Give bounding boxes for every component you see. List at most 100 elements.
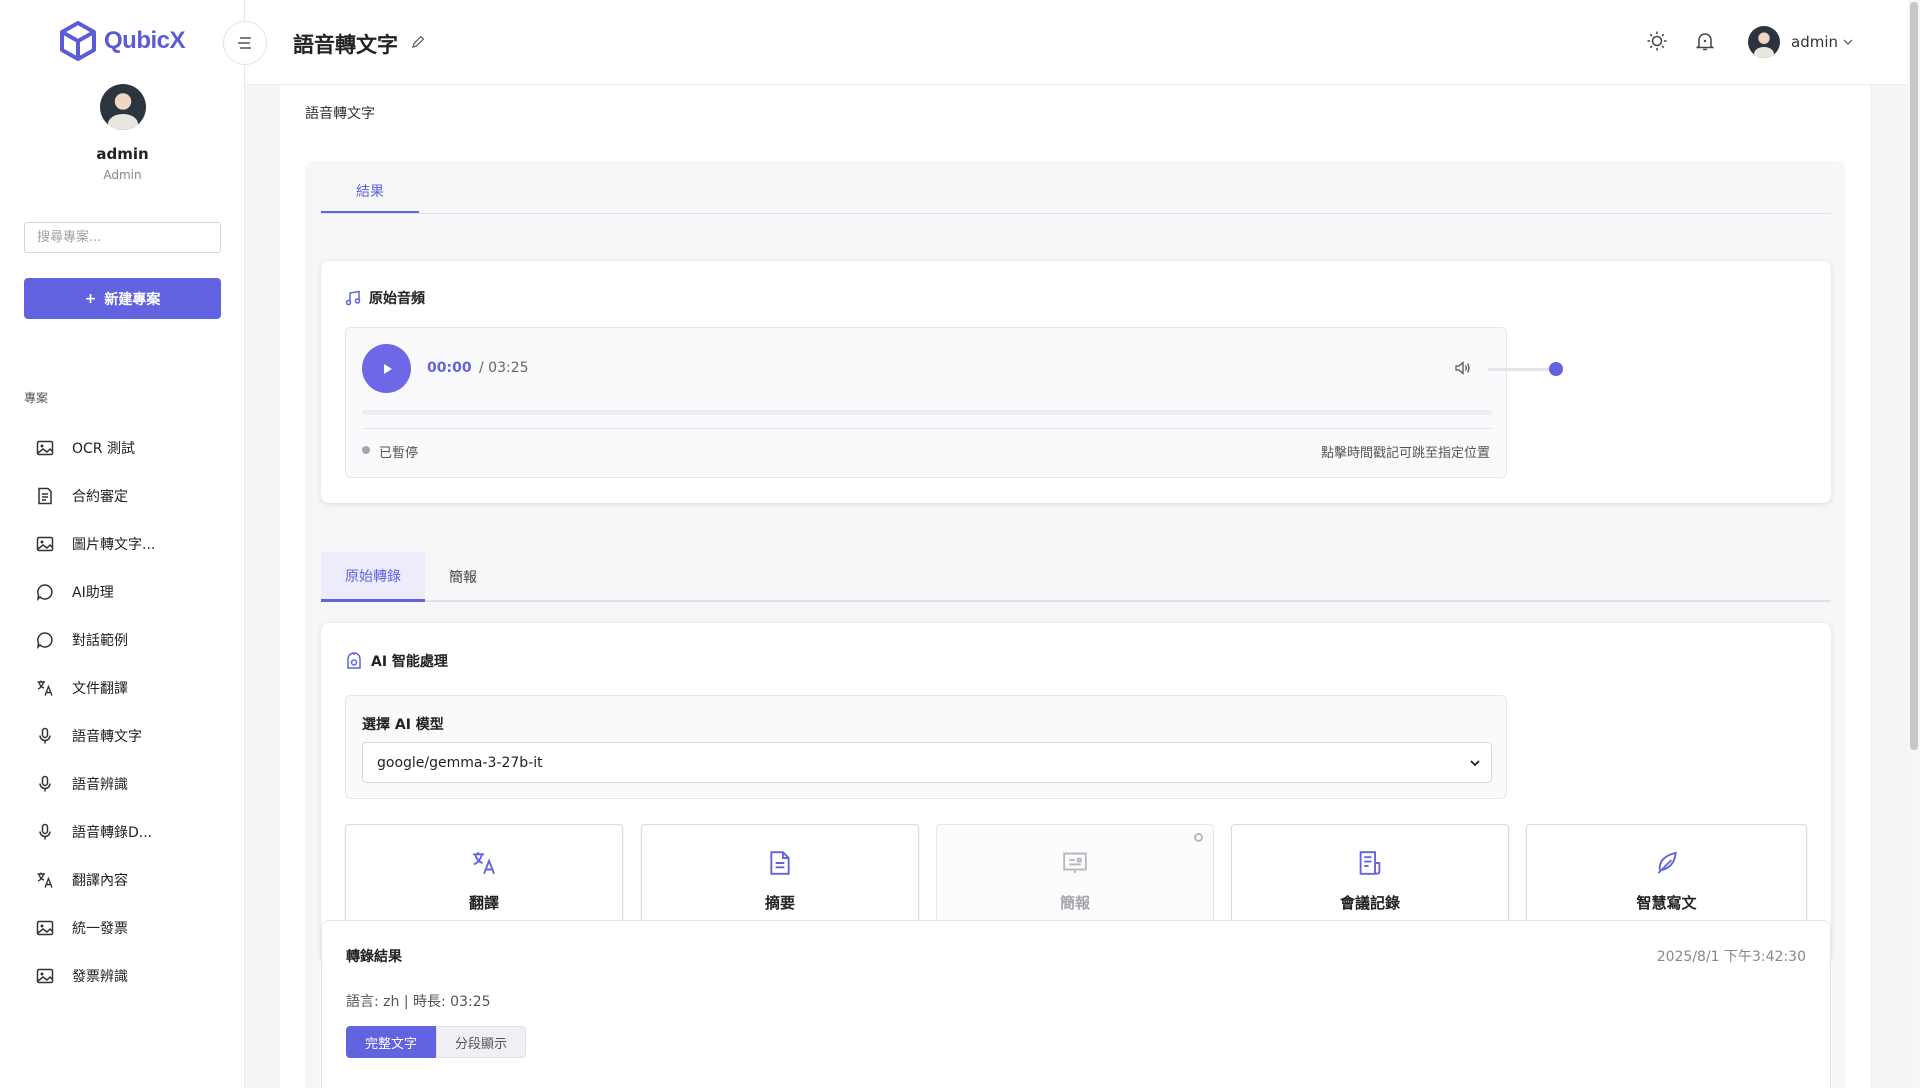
sidebar-item-speech-recognition[interactable]: 語音辨識 bbox=[24, 760, 224, 808]
sidebar-item-invoice-recognition[interactable]: 發票辨識 bbox=[24, 952, 224, 1000]
user-name: admin bbox=[96, 145, 149, 163]
tab-raw-transcript[interactable]: 原始轉錄 bbox=[321, 552, 425, 602]
sidebar-item-dialog-example[interactable]: 對話範例 bbox=[24, 616, 224, 664]
header-avatar[interactable] bbox=[1748, 26, 1780, 58]
ai-title-label: AI 智能處理 bbox=[371, 654, 448, 670]
sidebar-item-ocr-test[interactable]: OCR 測試 bbox=[24, 424, 224, 472]
audio-player: 00:00 / 03:25 已暫停 點擊時間戳記可跳至指定位置 bbox=[345, 327, 1563, 478]
feather-icon bbox=[1657, 851, 1677, 874]
user-role: Admin bbox=[103, 168, 142, 182]
total-time: / 03:25 bbox=[479, 360, 529, 376]
sidebar-item-speech-to-text[interactable]: 語音轉文字 bbox=[24, 712, 224, 760]
bell-icon[interactable] bbox=[1694, 30, 1716, 52]
sidebar: QubicX admin Admin + 新建專案 專案 OCR 測試 合約審定… bbox=[0, 0, 245, 1088]
tool-label: 會議記錄 bbox=[1339, 894, 1400, 912]
full-text-button[interactable]: 完整文字 bbox=[346, 1026, 436, 1058]
timestamp-hint: 點擊時間戳記可跳至指定位置 bbox=[1320, 446, 1490, 461]
sidebar-item-label: 語音轉錄D... bbox=[72, 825, 153, 841]
sidebar-item-label: 對話範例 bbox=[72, 633, 128, 649]
tab-result[interactable]: 結果 bbox=[321, 181, 419, 213]
transcript-tabs: 原始轉錄 簡報 bbox=[321, 552, 1831, 602]
menu-toggle-button[interactable] bbox=[223, 21, 267, 65]
microphone-icon bbox=[39, 823, 51, 840]
sidebar-item-translate-content[interactable]: 翻譯內容 bbox=[24, 856, 224, 904]
new-project-label: 新建專案 bbox=[104, 291, 161, 308]
project-search-input[interactable] bbox=[24, 222, 221, 253]
project-list: OCR 測試 合約審定 圖片轉文字... AI助理 對話範例 文件翻譯 語音轉文… bbox=[24, 424, 224, 1000]
image-icon bbox=[36, 968, 54, 984]
play-button[interactable] bbox=[362, 344, 411, 393]
music-note-icon bbox=[345, 290, 361, 306]
menu-icon bbox=[238, 37, 251, 49]
logo-text: QubicX bbox=[104, 27, 186, 54]
sidebar-item-label: 語音轉文字 bbox=[72, 729, 142, 745]
sidebar-item-label: 合約審定 bbox=[72, 489, 128, 505]
chevron-down-icon bbox=[1470, 760, 1480, 767]
content-panel: 結果 原始音頻 00:00 / 03:25 已暫停 點擊時間戳記可跳至指定位置 … bbox=[305, 161, 1845, 1088]
volume-icon[interactable] bbox=[1454, 360, 1472, 376]
new-project-button[interactable]: + 新建專案 bbox=[24, 278, 221, 319]
presentation-icon bbox=[1063, 852, 1087, 874]
result-meta: 語言: zh | 時長: 03:25 bbox=[346, 994, 491, 1010]
result-title: 轉錄結果 bbox=[346, 949, 402, 965]
volume-slider[interactable] bbox=[1488, 368, 1554, 371]
audio-card: 原始音頻 00:00 / 03:25 已暫停 點擊時間戳記可跳至指定位置 bbox=[321, 261, 1831, 503]
sun-icon[interactable] bbox=[1646, 30, 1668, 52]
volume-slider-handle[interactable] bbox=[1549, 362, 1563, 376]
pencil-icon[interactable] bbox=[410, 34, 426, 50]
segmented-view-button[interactable]: 分段顯示 bbox=[436, 1026, 526, 1058]
current-time: 00:00 bbox=[427, 360, 472, 376]
model-selector-box: 選擇 AI 模型 google/gemma-3-27b-it bbox=[345, 695, 1507, 799]
translate-icon bbox=[37, 680, 53, 696]
microphone-icon bbox=[39, 775, 51, 792]
tool-label: 簡報 bbox=[1059, 894, 1090, 912]
plus-icon: + bbox=[84, 290, 97, 307]
notes-icon bbox=[1359, 851, 1381, 875]
chat-icon bbox=[36, 584, 53, 601]
image-icon bbox=[36, 536, 54, 552]
tool-label: 智慧寫文 bbox=[1636, 894, 1697, 912]
sidebar-item-label: OCR 測試 bbox=[72, 441, 135, 457]
page-title: 語音轉文字 bbox=[293, 33, 398, 57]
microphone-icon bbox=[39, 727, 51, 744]
chevron-down-icon[interactable] bbox=[1842, 37, 1854, 47]
status-dot bbox=[1194, 833, 1203, 842]
chat-icon bbox=[36, 632, 53, 649]
sidebar-item-label: 翻譯內容 bbox=[72, 873, 128, 889]
sidebar-item-ai-assistant[interactable]: AI助理 bbox=[24, 568, 224, 616]
playback-status: 已暫停 bbox=[379, 446, 419, 461]
image-icon bbox=[36, 920, 54, 936]
sidebar-item-label: AI助理 bbox=[72, 585, 114, 601]
result-timestamp: 2025/8/1 下午3:42:30 bbox=[1656, 949, 1806, 965]
sidebar-item-label: 語音辨識 bbox=[72, 777, 128, 793]
tab-presentation[interactable]: 簡報 bbox=[425, 552, 501, 602]
document-icon bbox=[38, 487, 52, 505]
avatar[interactable] bbox=[100, 84, 146, 130]
player-divider bbox=[362, 428, 1492, 429]
sidebar-item-label: 文件翻譯 bbox=[72, 681, 128, 697]
model-label: 選擇 AI 模型 bbox=[362, 717, 444, 733]
scrollbar-thumb[interactable] bbox=[1910, 2, 1918, 750]
model-selected-value: google/gemma-3-27b-it bbox=[377, 754, 543, 771]
app-logo[interactable]: QubicX bbox=[58, 20, 186, 62]
sidebar-item-uniform-invoice[interactable]: 統一發票 bbox=[24, 904, 224, 952]
sidebar-item-contract[interactable]: 合約審定 bbox=[24, 472, 224, 520]
tool-label: 翻譯 bbox=[468, 894, 499, 912]
page-scrollbar[interactable] bbox=[1908, 0, 1920, 1088]
audio-progress-bar[interactable] bbox=[362, 410, 1492, 415]
ai-robot-icon bbox=[347, 652, 361, 669]
tool-label: 摘要 bbox=[764, 894, 795, 912]
cube-logo-icon bbox=[60, 21, 96, 61]
sidebar-item-speech-transcribe-d[interactable]: 語音轉錄D... bbox=[24, 808, 224, 856]
transcription-result-card: 轉錄結果 2025/8/1 下午3:42:30 語言: zh | 時長: 03:… bbox=[321, 920, 1831, 1088]
translate-icon bbox=[37, 872, 53, 888]
model-select[interactable]: google/gemma-3-27b-it bbox=[362, 742, 1492, 783]
document-icon bbox=[770, 851, 790, 875]
sidebar-item-label: 圖片轉文字... bbox=[72, 537, 156, 553]
sidebar-item-doc-translate[interactable]: 文件翻譯 bbox=[24, 664, 224, 712]
sidebar-item-image-to-text[interactable]: 圖片轉文字... bbox=[24, 520, 224, 568]
translate-icon bbox=[473, 852, 495, 875]
header-user-name[interactable]: admin bbox=[1791, 33, 1838, 51]
tab-divider bbox=[321, 213, 1831, 214]
ai-processing-card: AI 智能處理 選擇 AI 模型 google/gemma-3-27b-it 翻… bbox=[321, 623, 1831, 963]
